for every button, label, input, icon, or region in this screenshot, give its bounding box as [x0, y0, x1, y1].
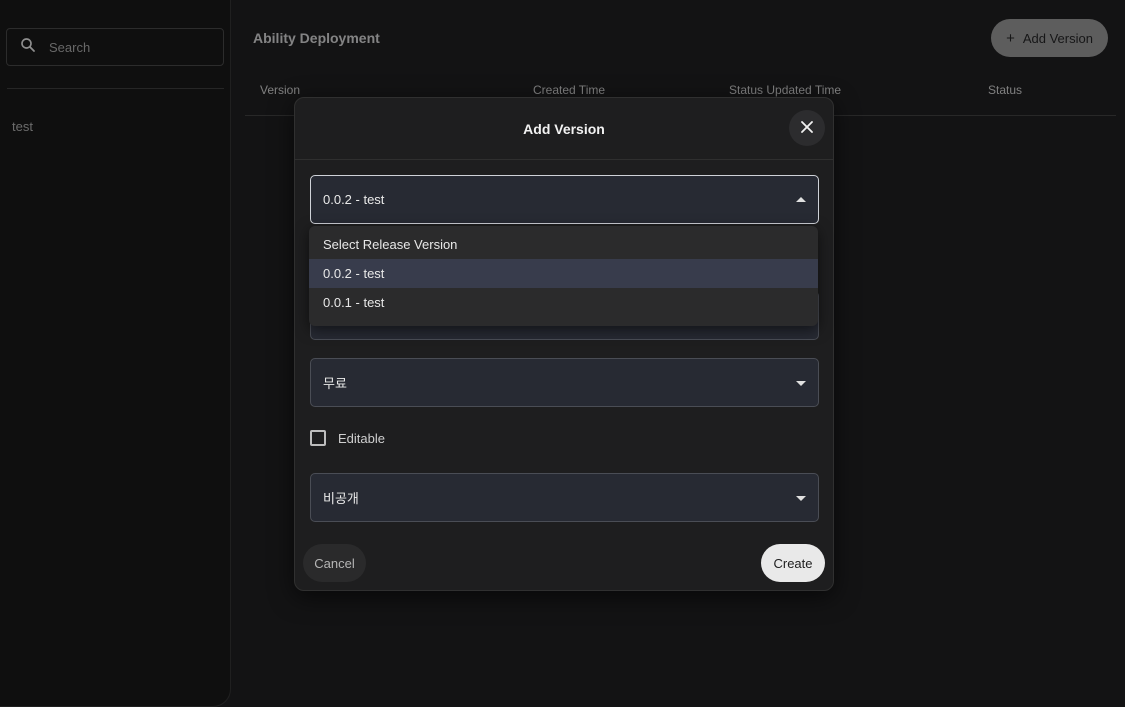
plus-icon: +	[1006, 30, 1015, 47]
column-header-created-time: Created Time	[533, 83, 605, 97]
column-header-version: Version	[260, 83, 300, 97]
chevron-down-icon	[796, 381, 806, 386]
column-header-status: Status	[988, 83, 1022, 97]
close-button[interactable]	[789, 110, 825, 146]
page-title: Ability Deployment	[253, 30, 380, 46]
add-version-dialog: Add Version 0.0.2 - test 무료 Editable 비공개…	[294, 97, 834, 591]
add-version-label: Add Version	[1023, 31, 1093, 46]
add-version-button[interactable]: + Add Version	[991, 19, 1108, 57]
dropdown-option[interactable]: Select Release Version	[309, 230, 818, 259]
sidebar-divider	[7, 88, 224, 89]
chevron-up-icon	[796, 197, 806, 202]
column-header-status-updated-time: Status Updated Time	[729, 83, 841, 97]
create-button[interactable]: Create	[761, 544, 825, 582]
dropdown-option[interactable]: 0.0.1 - test	[309, 288, 818, 317]
chevron-down-icon	[796, 496, 806, 501]
price-value: 무료	[323, 373, 347, 392]
dialog-header: Add Version	[295, 98, 833, 160]
search-input[interactable]	[47, 39, 207, 56]
close-icon	[801, 121, 813, 136]
sidebar: test	[0, 0, 231, 707]
cancel-button[interactable]: Cancel	[303, 544, 366, 582]
search-field[interactable]	[6, 28, 224, 66]
price-select[interactable]: 무료	[310, 358, 819, 407]
editable-label: Editable	[338, 431, 385, 446]
release-version-dropdown: Select Release Version 0.0.2 - test 0.0.…	[309, 226, 818, 326]
sidebar-item-test[interactable]: test	[12, 119, 33, 134]
search-icon	[19, 36, 37, 59]
editable-checkbox[interactable]	[310, 430, 326, 446]
dialog-title: Add Version	[523, 121, 605, 137]
release-version-value: 0.0.2 - test	[323, 192, 384, 207]
visibility-value: 비공개	[323, 488, 359, 507]
dropdown-option-selected[interactable]: 0.0.2 - test	[309, 259, 818, 288]
release-version-select[interactable]: 0.0.2 - test	[310, 175, 819, 224]
visibility-select[interactable]: 비공개	[310, 473, 819, 522]
editable-checkbox-row[interactable]: Editable	[310, 430, 385, 446]
